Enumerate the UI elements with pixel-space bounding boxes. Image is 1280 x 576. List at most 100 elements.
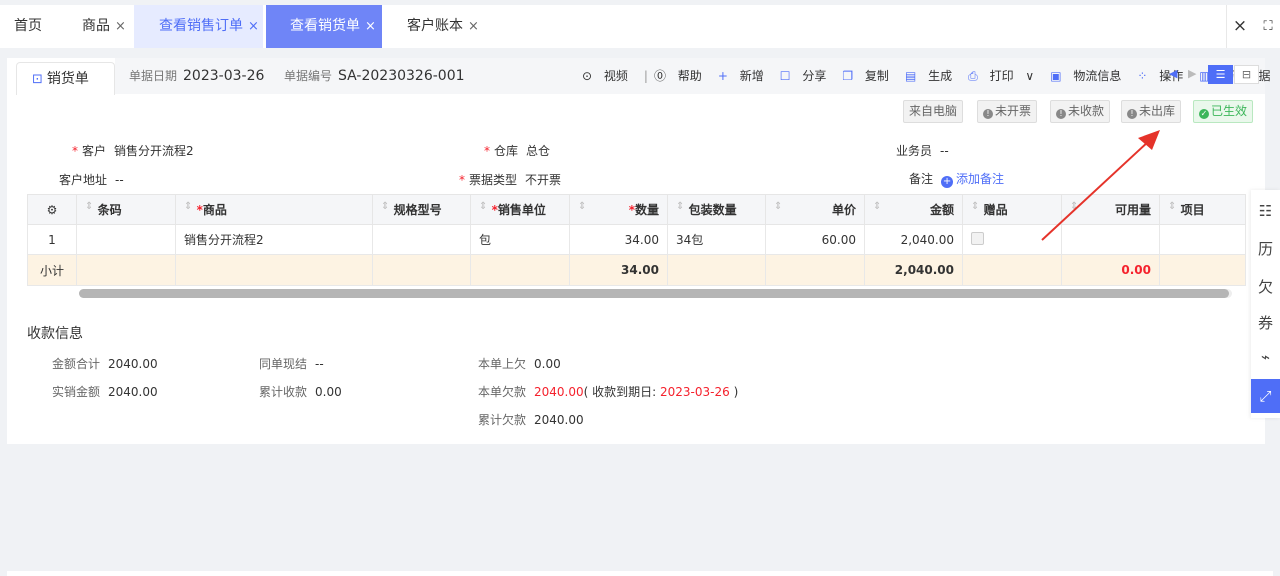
doc-number: 单据编号 SA-20230326-001 (284, 67, 465, 84)
subtotal-qty: 34.00 (569, 254, 668, 286)
generate-button[interactable]: ▤ 生成 (905, 69, 960, 83)
copy-button[interactable]: ❐ 复制 (842, 69, 897, 83)
debt-icon[interactable]: 欠 (1251, 270, 1280, 304)
tab-sales-order[interactable]: 查看销售订单 × (134, 5, 263, 48)
sort-icon[interactable]: ⇕ (184, 201, 192, 212)
column-available[interactable]: ⇕ 可用量 (1061, 194, 1160, 225)
subtotal-empty (372, 254, 471, 286)
column-barcode[interactable]: ⇕ 条码 (76, 194, 176, 225)
payment-this-debt-label: 本单欠款 (478, 385, 527, 399)
cell-qty[interactable]: 34.00 (569, 224, 668, 255)
warehouse-field[interactable]: * 仓库 总仓 (484, 142, 550, 159)
sort-icon[interactable]: ⇕ (971, 201, 979, 212)
sort-icon[interactable]: ⇕ (85, 201, 93, 212)
bottom-panel-edge (7, 571, 1273, 576)
sort-icon[interactable]: ⇕ (479, 201, 487, 212)
expand-icon[interactable]: ⤢ (1251, 379, 1280, 413)
subtotal-empty (175, 254, 373, 286)
payment-actual-label: 实销金额 (52, 385, 101, 399)
cell-barcode[interactable] (76, 224, 176, 255)
tab-products[interactable]: 商品 × (82, 5, 126, 48)
invoice-type-field[interactable]: * 票据类型 不开票 (459, 171, 561, 188)
close-all-tabs-icon[interactable]: × (1226, 5, 1253, 48)
column-settings-icon[interactable]: ⚙ (27, 194, 77, 225)
attachment-icon[interactable]: ⌁ (1251, 340, 1280, 374)
subtotal-empty (470, 254, 570, 286)
column-qty[interactable]: ⇕ *数量 (569, 194, 668, 225)
horizontal-scrollbar[interactable] (79, 289, 1232, 298)
add-label: 新增 (739, 69, 764, 83)
column-product[interactable]: ⇕ *商品 (175, 194, 373, 225)
sort-icon[interactable]: ⇕ (1070, 201, 1078, 212)
operate-button[interactable]: ⁘ 操作 (1137, 69, 1191, 83)
table-row[interactable]: 1 销售分开流程2 包 34.00 34包 60.00 2,040.00 (27, 224, 1246, 255)
cell-gift[interactable] (962, 224, 1062, 255)
sort-icon[interactable]: ⇕ (774, 201, 782, 212)
tab-home[interactable]: 首页 (14, 5, 42, 48)
doc-title: 销货单 (46, 71, 89, 87)
print-button[interactable]: ⎙ 打印 ∨ (968, 69, 1042, 83)
check-icon: ✓ (1199, 109, 1209, 119)
close-icon[interactable]: × (468, 19, 479, 34)
payment-prev-debt-label: 本单上欠 (478, 357, 527, 371)
column-amount[interactable]: ⇕ 金额 (864, 194, 963, 225)
close-icon[interactable]: × (248, 19, 259, 34)
sort-icon[interactable]: ⇕ (1168, 201, 1176, 212)
subtotal-empty (765, 254, 865, 286)
fullscreen-icon[interactable]: ⛶ (1256, 5, 1280, 48)
subtotal-row: 小计 34.00 2,040.00 0.00 (27, 254, 1246, 286)
close-icon[interactable]: × (115, 19, 126, 34)
cell-amount[interactable]: 2,040.00 (864, 224, 963, 255)
logistics-button[interactable]: ▣ 物流信息 (1050, 69, 1129, 83)
list-view-icon[interactable]: ☰ (1208, 65, 1233, 84)
tab-customer-ledger[interactable]: 客户账本 × (407, 5, 479, 48)
coupon-icon[interactable]: 券 (1251, 306, 1280, 340)
video-label: 视频 (603, 69, 628, 83)
doc-date-label: 单据日期 (129, 69, 178, 83)
doc-title-tab[interactable]: ⊡ 销货单 (16, 62, 115, 95)
logistics-label: 物流信息 (1073, 69, 1122, 83)
add-button[interactable]: + 新增 (718, 69, 772, 83)
tab-sales-delivery[interactable]: 查看销货单 × (266, 5, 382, 48)
sort-icon[interactable]: ⇕ (873, 201, 881, 212)
payment-settle: 同单现结 -- (259, 355, 324, 372)
column-sale-unit[interactable]: ⇕ *销售单位 (470, 194, 570, 225)
invoice-icon[interactable]: ☷ (1251, 194, 1280, 228)
salesman-field[interactable]: 业务员 -- (896, 142, 949, 159)
help-button[interactable]: ⓪ 帮助 (654, 69, 710, 83)
column-label: 商品 (202, 203, 227, 217)
customer-field[interactable]: * 客户 销售分开流程2 (72, 142, 194, 159)
column-project[interactable]: ⇕ 项目 (1159, 194, 1246, 225)
cell-sale-unit[interactable]: 包 (470, 224, 570, 255)
share-button[interactable]: ☐ 分享 (780, 69, 835, 83)
add-remark-button[interactable]: + 添加备注 (941, 172, 1004, 188)
column-pack-qty[interactable]: ⇕ 包装数量 (667, 194, 766, 225)
sort-icon[interactable]: ⇕ (578, 201, 586, 212)
address-label: 客户地址 (59, 173, 108, 187)
cell-pack-qty[interactable]: 34包 (667, 224, 766, 255)
scrollbar-thumb[interactable] (79, 289, 1229, 298)
cell-product[interactable]: 销售分开流程2 (175, 224, 373, 255)
tab-label: 查看销售订单 (159, 18, 243, 34)
cell-unit-price[interactable]: 60.00 (765, 224, 865, 255)
column-label: 数量 (634, 203, 659, 217)
column-label: 金额 (929, 203, 954, 217)
close-icon[interactable]: × (365, 19, 376, 34)
column-unit-price[interactable]: ⇕ 单价 (765, 194, 865, 225)
cell-spec[interactable] (372, 224, 471, 255)
column-label: 条码 (97, 203, 122, 217)
right-side-rail: ☷ 历 欠 券 ⌁ ⤢ (1251, 190, 1280, 418)
history-icon[interactable]: 历 (1251, 232, 1280, 266)
detail-view-icon[interactable]: ⊟ (1234, 65, 1259, 84)
video-button[interactable]: ⊙ 视频 (582, 69, 636, 83)
sort-icon[interactable]: ⇕ (676, 201, 684, 212)
chevron-down-icon: ∨ (1025, 69, 1035, 83)
next-doc-icon[interactable]: ▶ (1188, 67, 1196, 80)
cell-project[interactable] (1159, 224, 1246, 255)
prev-doc-icon[interactable]: ◀ (1169, 67, 1177, 80)
sort-icon[interactable]: ⇕ (381, 201, 389, 212)
gift-checkbox[interactable] (971, 231, 984, 245)
column-label: 销售单位 (497, 203, 546, 217)
column-spec[interactable]: ⇕ 规格型号 (372, 194, 471, 225)
column-gift[interactable]: ⇕ 赠品 (962, 194, 1062, 225)
